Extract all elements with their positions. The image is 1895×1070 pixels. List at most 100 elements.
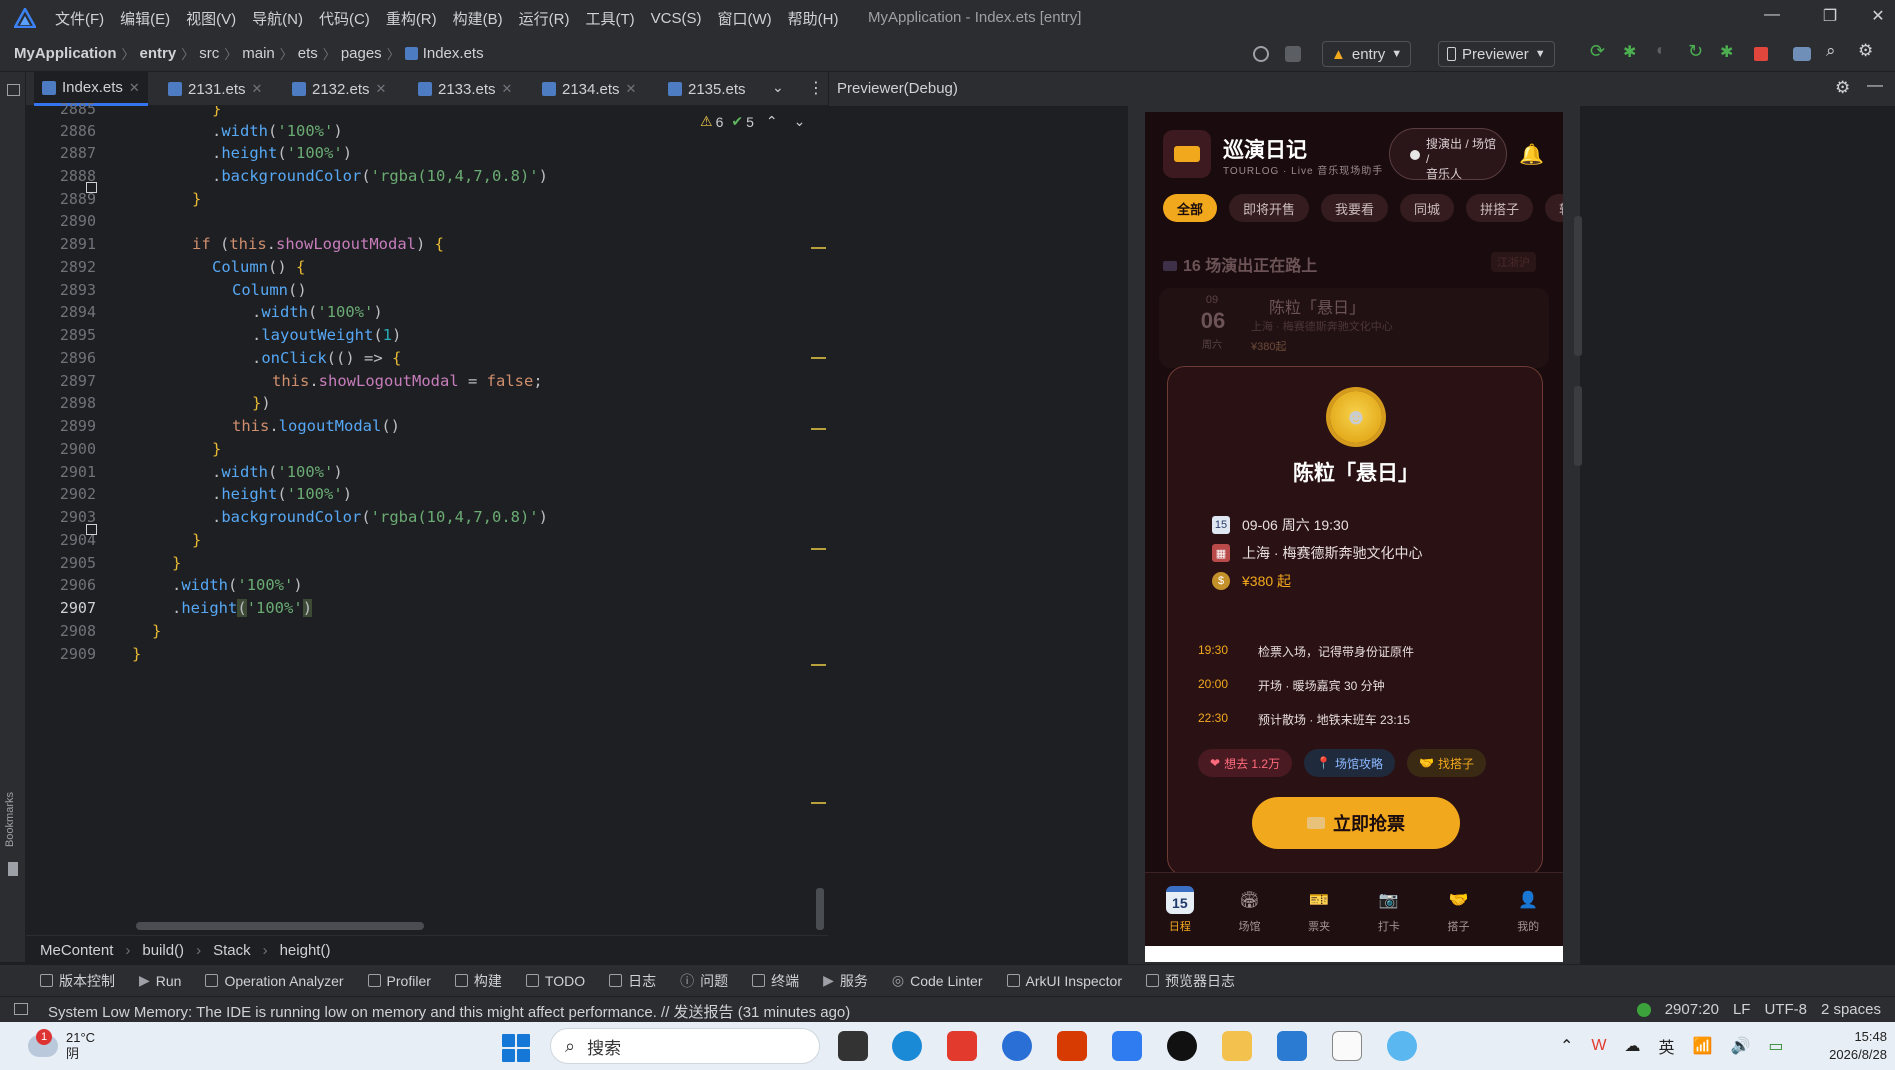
line-separator[interactable]: LF	[1733, 1001, 1751, 1018]
code-editor[interactable]: } .width('100%') .height('100%') .backgr…	[126, 106, 826, 930]
menu-refactor[interactable]: 重构(R)	[386, 8, 437, 29]
tab-buddy[interactable]: 🤝 搭子	[1424, 873, 1494, 946]
chip-local[interactable]: 同城	[1400, 194, 1455, 222]
cursor-position[interactable]: 2907:20	[1665, 1001, 1719, 1018]
bookmark-icon[interactable]	[8, 862, 18, 876]
tab-2135-ets[interactable]: 2135.ets	[660, 72, 754, 106]
crumb-stack[interactable]: Stack	[213, 942, 251, 959]
crumb-module[interactable]: entry	[140, 45, 177, 62]
color-swatch-icon[interactable]	[86, 182, 97, 193]
tool-terminal[interactable]: 终端	[752, 971, 799, 991]
crumb-mecontent[interactable]: MeContent	[40, 942, 113, 959]
scroll-marker[interactable]	[811, 802, 826, 804]
scroll-marker[interactable]	[811, 247, 826, 249]
project-icon[interactable]	[7, 84, 20, 96]
more-options-icon[interactable]: ⋮	[808, 78, 824, 98]
menu-vcs[interactable]: VCS(S)	[651, 10, 702, 27]
region-tag[interactable]: 江浙沪	[1491, 252, 1536, 272]
notepad-icon[interactable]	[1332, 1031, 1362, 1061]
minimize-button[interactable]: —	[1760, 6, 1784, 30]
tool-log[interactable]: 日志	[609, 971, 656, 991]
tab-2132-ets[interactable]: 2132.ets ✕	[284, 72, 394, 106]
battery-icon[interactable]: ▭	[1768, 1036, 1783, 1056]
scroll-marker[interactable]	[811, 357, 826, 359]
status-message[interactable]: System Low Memory: The IDE is running lo…	[48, 1001, 850, 1022]
bookmarks-tab[interactable]: Bookmarks	[4, 792, 16, 847]
wps-tray-icon[interactable]: W	[1591, 1037, 1606, 1055]
locate-icon[interactable]	[1253, 46, 1269, 62]
ime-indicator[interactable]: 英	[1659, 1034, 1675, 1058]
close-icon[interactable]: ✕	[626, 81, 637, 97]
file-encoding[interactable]: UTF-8	[1764, 1001, 1807, 1018]
menu-tools[interactable]: 工具(T)	[585, 8, 634, 29]
taskbar-search[interactable]: ⌕ 搜索	[550, 1028, 820, 1064]
venue-guide-tag[interactable]: 📍 场馆攻略	[1304, 749, 1396, 777]
vscode-icon[interactable]	[1277, 1031, 1307, 1061]
volume-icon[interactable]: 🔊	[1730, 1036, 1750, 1056]
search-icon[interactable]: ⌕	[1826, 41, 1848, 63]
crumb-build[interactable]: build()	[142, 942, 184, 959]
chip-want[interactable]: 我要看	[1321, 194, 1389, 222]
clock[interactable]: 15:48 2026/8/28	[1829, 1028, 1887, 1064]
module-select[interactable]: ▲ entry ▼	[1322, 41, 1412, 67]
edge-browser-icon[interactable]	[892, 1031, 922, 1061]
indent-setting[interactable]: 2 spaces	[1821, 1001, 1881, 1018]
settings-gear-icon[interactable]: ⚙	[1858, 41, 1880, 63]
crumb-pages[interactable]: pages	[341, 45, 382, 62]
chevron-down-icon[interactable]: ⌄	[794, 113, 806, 130]
run-refresh-icon[interactable]: ⟳	[1590, 41, 1612, 63]
wps-icon[interactable]	[947, 1031, 977, 1061]
menu-navigate[interactable]: 导航(N)	[252, 8, 303, 29]
minimize-panel-icon[interactable]: —	[1867, 77, 1883, 95]
toggle-tool-windows-icon[interactable]	[14, 1003, 28, 1015]
tool-vcs[interactable]: 版本控制	[40, 971, 115, 991]
tool-todo[interactable]: TODO	[525, 973, 585, 989]
event-card[interactable]: 09 06 周六 陈粒「悬日」 上海 · 梅赛德斯奔驰文化中心 ¥380起	[1159, 288, 1549, 368]
tray-chevron-icon[interactable]: ⌃	[1560, 1036, 1573, 1056]
app-preview-screen[interactable]: 巡演日记 TOURLOG · Live 音乐现场助手 搜演出 / 场馆 / 音乐…	[1145, 112, 1563, 962]
tab-schedule[interactable]: 15 日程	[1145, 873, 1215, 946]
chevron-up-icon[interactable]: ⌃	[766, 113, 778, 130]
tool-run[interactable]: ▶ Run	[139, 972, 181, 989]
chip-upcoming[interactable]: 即将开售	[1229, 194, 1310, 222]
tool-services[interactable]: ▶ 服务	[823, 971, 868, 991]
crumb-src[interactable]: src	[199, 45, 219, 62]
tab-2133-ets[interactable]: 2133.ets ✕	[410, 72, 520, 106]
menu-window[interactable]: 窗口(W)	[717, 8, 771, 29]
rerun-icon[interactable]: ↻	[1688, 41, 1710, 63]
network-status-icon[interactable]: ☁	[1625, 1036, 1641, 1056]
menu-edit[interactable]: 编辑(E)	[120, 8, 170, 29]
tab-2131-ets[interactable]: 2131.ets ✕	[160, 72, 270, 106]
menu-code[interactable]: 代码(C)	[319, 8, 370, 29]
chat-app-icon[interactable]	[1387, 1031, 1417, 1061]
tab-list-chevron-icon[interactable]: ⌄	[772, 79, 784, 96]
event-detail-modal[interactable]: ☻ 陈粒「悬日」 15 09-06 周六 19:30 ▦ 上海 · 梅赛德斯奔驰文化…	[1167, 366, 1543, 876]
want-go-tag[interactable]: ❤ 想去 1.2万	[1198, 749, 1293, 777]
pdf-icon[interactable]	[1057, 1031, 1087, 1061]
tool-arkui-inspector[interactable]: ArkUI Inspector	[1006, 973, 1122, 989]
menu-run[interactable]: 运行(R)	[519, 8, 570, 29]
crumb-ets[interactable]: ets	[298, 45, 318, 62]
qq-icon[interactable]	[1167, 1031, 1197, 1061]
start-button[interactable]	[502, 1034, 530, 1062]
crumb-main[interactable]: main	[242, 45, 275, 62]
device-select[interactable]: Previewer ▼	[1438, 41, 1555, 67]
tab-tickets[interactable]: 🎫 票夹	[1284, 873, 1354, 946]
menu-view[interactable]: 视图(V)	[186, 8, 236, 29]
hammer-icon[interactable]	[1285, 46, 1301, 62]
chip-all[interactable]: 全部	[1163, 194, 1218, 222]
weather-widget[interactable]: 1 21°C 阴	[28, 1029, 95, 1062]
crumb-height[interactable]: height()	[280, 942, 331, 959]
task-view-icon[interactable]	[838, 1031, 868, 1061]
stop-icon[interactable]	[1754, 47, 1768, 61]
tool-problems[interactable]: ⓘ 问题	[680, 971, 728, 991]
profile-icon[interactable]: ◐	[1656, 42, 1678, 64]
settings-gear-icon[interactable]: ⚙	[1835, 78, 1850, 98]
search-input[interactable]: 搜演出 / 场馆 / 音乐人	[1389, 128, 1507, 181]
chip-buddy[interactable]: 拼搭子	[1466, 194, 1534, 222]
close-icon[interactable]: ✕	[129, 80, 140, 96]
wifi-icon[interactable]: 📶	[1693, 1036, 1713, 1056]
chip-resale[interactable]: 转票	[1545, 194, 1563, 222]
find-buddy-tag[interactable]: 🤝 找搭子	[1407, 749, 1487, 777]
close-button[interactable]: ✕	[1866, 6, 1890, 30]
